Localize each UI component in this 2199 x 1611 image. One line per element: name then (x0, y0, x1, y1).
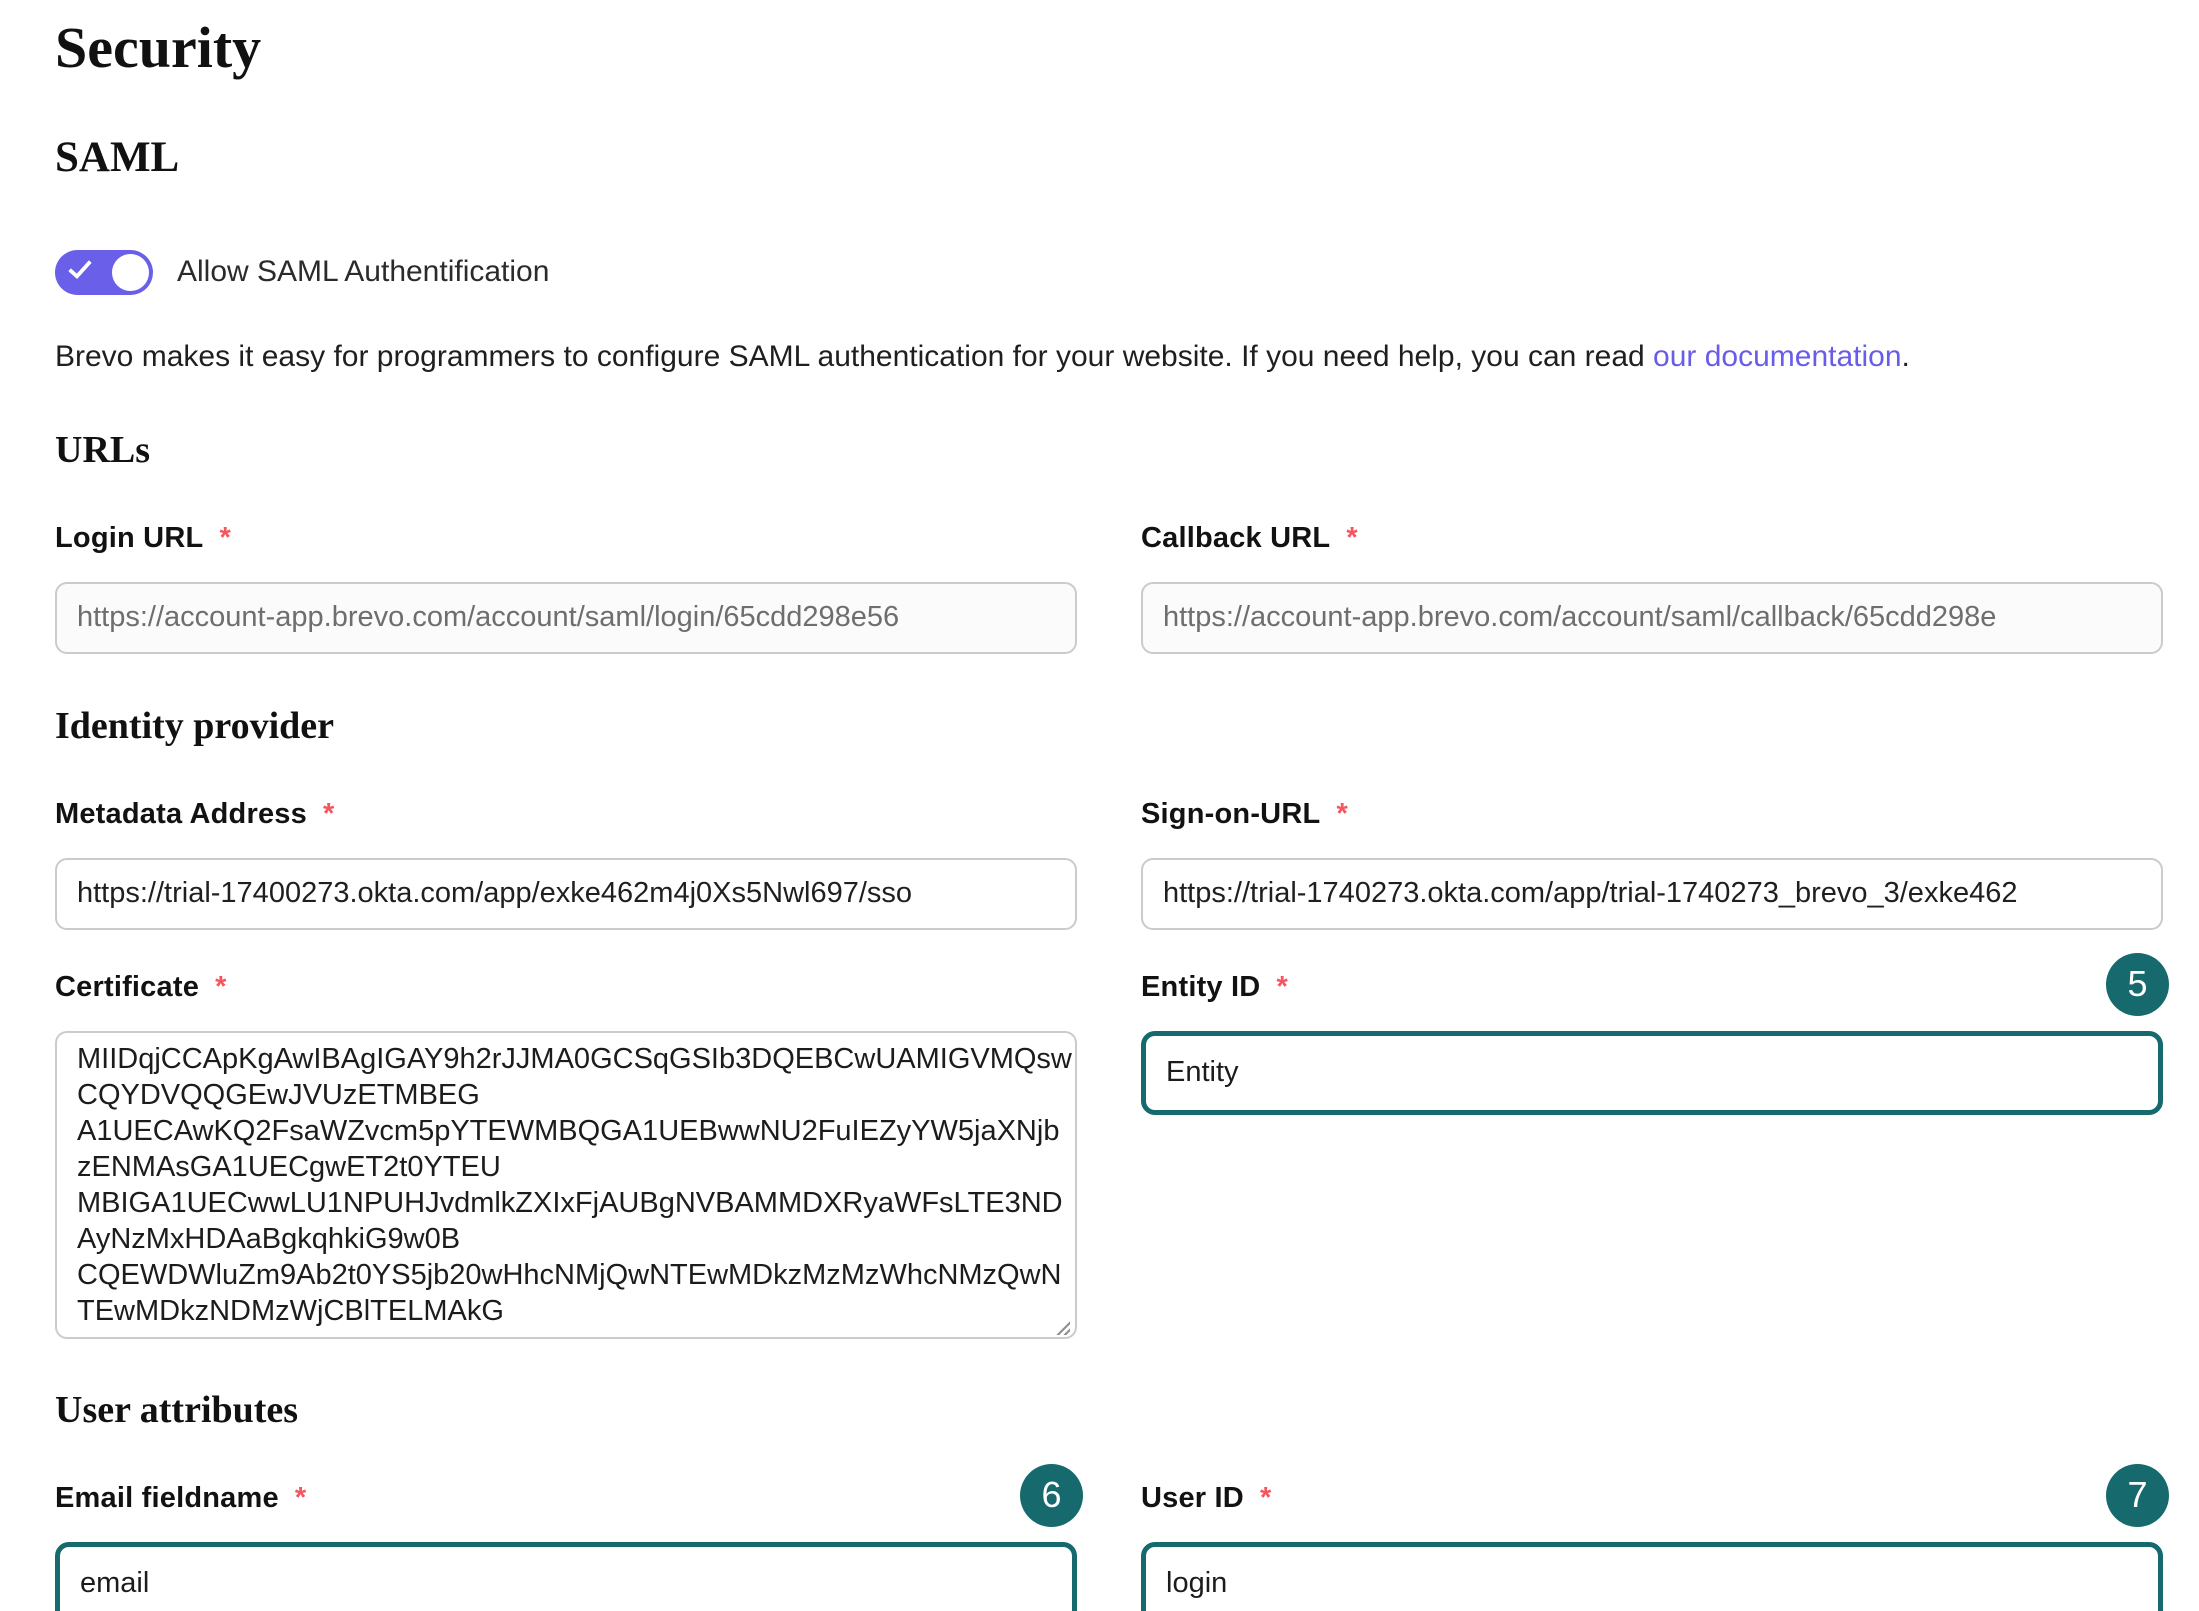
security-settings-page: Security SAML Allow SAML Authentificatio… (55, 16, 2163, 1611)
required-asterisk: * (1346, 522, 1357, 554)
required-asterisk: * (215, 971, 226, 1003)
metadata-address-input[interactable] (55, 858, 1077, 930)
user-id-field: 7 User ID * (1141, 1482, 2163, 1611)
user-attributes-heading: User attributes (55, 1388, 2163, 1432)
saml-section-heading: SAML (55, 133, 2163, 182)
metadata-address-field: Metadata Address * (55, 798, 1077, 930)
login-url-label-row: Login URL * (55, 522, 1077, 555)
saml-toggle[interactable] (55, 250, 153, 295)
saml-description: Brevo makes it easy for programmers to c… (55, 337, 2163, 376)
urls-section-heading: URLs (55, 428, 2163, 472)
toggle-knob (112, 254, 149, 291)
email-fieldname-label-row: Email fieldname * (55, 1482, 1077, 1515)
callback-url-label: Callback URL (1141, 522, 1330, 554)
sign-on-url-label: Sign-on-URL (1141, 798, 1320, 830)
saml-toggle-label: Allow SAML Authentification (177, 255, 549, 289)
saml-toggle-row: Allow SAML Authentification (55, 250, 2163, 295)
login-url-label: Login URL (55, 522, 203, 554)
callback-url-label-row: Callback URL * (1141, 522, 2163, 555)
user-id-label-row: User ID * (1141, 1482, 2163, 1515)
step-badge-6: 6 (1020, 1464, 1083, 1527)
user-id-label: User ID (1141, 1482, 1244, 1514)
required-asterisk: * (323, 798, 334, 830)
step-badge-7: 7 (2106, 1464, 2169, 1527)
sign-on-url-field: Sign-on-URL * (1141, 798, 2163, 930)
sign-on-url-label-row: Sign-on-URL * (1141, 798, 2163, 831)
certificate-label-row: Certificate * (55, 971, 1077, 1004)
email-fieldname-field: 6 Email fieldname * (55, 1482, 1077, 1611)
required-asterisk: * (295, 1482, 306, 1514)
saml-description-text: Brevo makes it easy for programmers to c… (55, 340, 1653, 373)
entity-id-label-row: Entity ID * (1141, 971, 2163, 1004)
required-asterisk: * (219, 522, 230, 554)
required-asterisk: * (1260, 1482, 1271, 1514)
metadata-address-label-row: Metadata Address * (55, 798, 1077, 831)
entity-id-field: 5 Entity ID * (1141, 971, 2163, 1115)
login-url-input[interactable] (55, 582, 1077, 654)
certificate-textarea-wrap (55, 1031, 1077, 1344)
metadata-address-label: Metadata Address (55, 798, 307, 830)
callback-url-input[interactable] (1141, 582, 2163, 654)
entity-id-input[interactable] (1141, 1031, 2163, 1115)
check-icon (68, 255, 92, 279)
urls-fields-row: Login URL * Callback URL * (55, 522, 2163, 654)
required-asterisk: * (1276, 971, 1287, 1003)
step-badge-5: 5 (2106, 953, 2169, 1016)
email-fieldname-input[interactable] (55, 1542, 1077, 1611)
user-attributes-row: 6 Email fieldname * 7 User ID * (55, 1482, 2163, 1611)
documentation-link[interactable]: our documentation (1653, 340, 1902, 373)
certificate-field: Certificate * (55, 971, 1077, 1344)
saml-description-period: . (1902, 340, 1910, 373)
certificate-textarea[interactable] (55, 1031, 1077, 1339)
user-id-input[interactable] (1141, 1542, 2163, 1611)
required-asterisk: * (1336, 798, 1347, 830)
page-title: Security (55, 16, 2163, 81)
entity-id-label: Entity ID (1141, 971, 1260, 1003)
callback-url-field: Callback URL * (1141, 522, 2163, 654)
login-url-field: Login URL * (55, 522, 1077, 654)
certificate-label: Certificate (55, 971, 199, 1003)
identity-provider-row-2: Certificate * 5 Entity ID * (55, 971, 2163, 1344)
identity-provider-row-1: Metadata Address * Sign-on-URL * (55, 798, 2163, 930)
identity-provider-heading: Identity provider (55, 704, 2163, 748)
sign-on-url-input[interactable] (1141, 858, 2163, 930)
email-fieldname-label: Email fieldname (55, 1482, 279, 1514)
